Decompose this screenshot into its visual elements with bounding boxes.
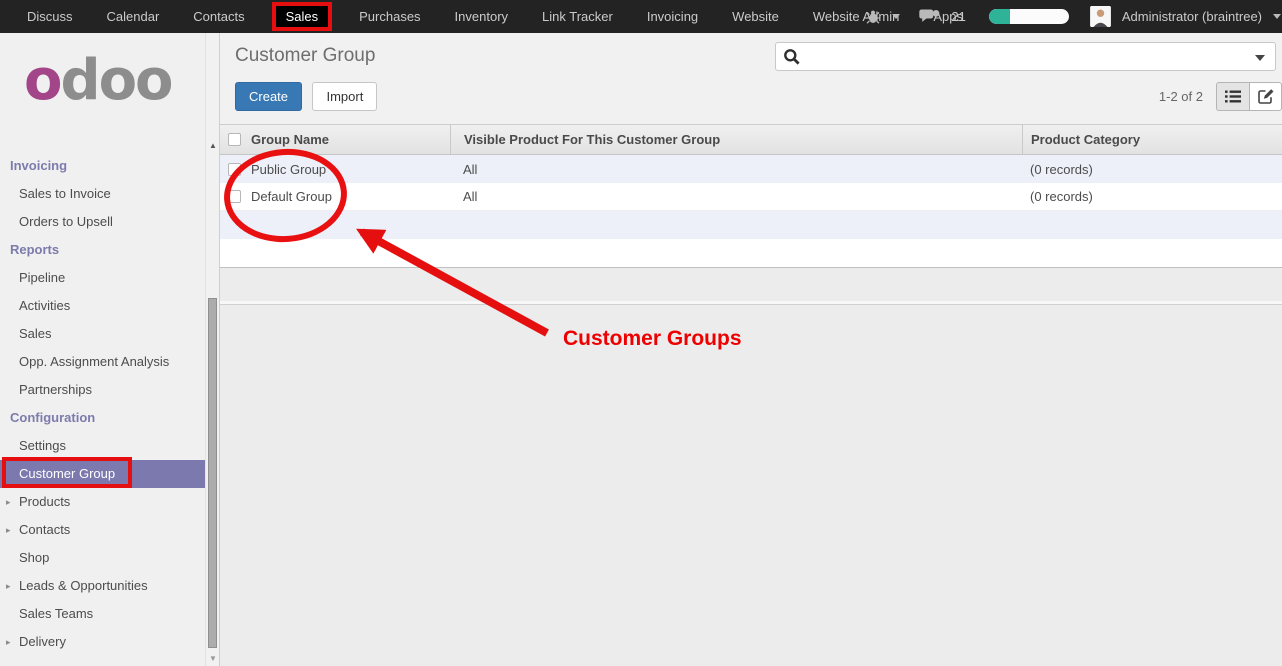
column-header-product-category[interactable]: Product Category	[1022, 125, 1282, 154]
edit-icon	[1258, 89, 1274, 104]
cell-product-category: (0 records)	[1022, 189, 1282, 204]
nav-discuss[interactable]: Discuss	[20, 7, 80, 26]
list-icon	[1225, 90, 1241, 103]
sidebar-item-customer-group-selected[interactable]: Customer Group	[0, 460, 205, 488]
row-checkbox[interactable]	[228, 163, 241, 176]
sidebar-item-orders-to-upsell[interactable]: Orders to Upsell	[0, 208, 205, 236]
cell-product-category: (0 records)	[1022, 162, 1282, 177]
sidebar-item-partnerships[interactable]: Partnerships	[0, 376, 205, 404]
user-menu[interactable]: Administrator (braintree)	[1122, 9, 1262, 24]
nav-invoicing[interactable]: Invoicing	[640, 7, 705, 26]
sidebar-item-sales-to-invoice[interactable]: Sales to Invoice	[0, 180, 205, 208]
nav-link-tracker[interactable]: Link Tracker	[535, 7, 620, 26]
odoo-logo[interactable]: odoo	[24, 51, 172, 111]
table-row[interactable]: Default Group All (0 records)	[220, 183, 1282, 211]
nav-calendar[interactable]: Calendar	[100, 7, 167, 26]
row-checkbox[interactable]	[228, 190, 241, 203]
planner-progress-bar[interactable]	[989, 9, 1069, 24]
column-header-group-name[interactable]: Group Name	[248, 132, 450, 147]
bug-icon[interactable]	[865, 10, 881, 24]
expand-caret-icon[interactable]: ▸	[6, 516, 11, 544]
sidebar-item-shop[interactable]: Shop	[0, 544, 205, 572]
customer-group-list: Group Name Visible Product For This Cust…	[220, 125, 1282, 268]
sidebar-section-reports: Reports	[0, 236, 205, 264]
sidebar-item-pipeline[interactable]: Pipeline	[0, 264, 205, 292]
table-row-empty	[220, 211, 1282, 239]
user-menu-caret-icon[interactable]	[1273, 14, 1281, 19]
bug-menu-caret-icon[interactable]	[892, 14, 900, 19]
select-all-checkbox[interactable]	[228, 133, 241, 146]
avatar[interactable]	[1090, 6, 1111, 27]
odoo-backend-page: Discuss Calendar Contacts Sales Purchase…	[0, 0, 1282, 666]
nav-purchases[interactable]: Purchases	[352, 7, 427, 26]
column-header-visible-product[interactable]: Visible Product For This Customer Group	[450, 125, 1022, 154]
create-button[interactable]: Create	[235, 82, 302, 111]
search-input[interactable]	[806, 44, 1236, 69]
sidebar-item-sales-teams[interactable]: Sales Teams	[0, 600, 205, 628]
sidebar-item-delivery[interactable]: ▸Delivery	[0, 628, 205, 656]
sidebar-item-products[interactable]: ▸Products	[0, 488, 205, 516]
sidebar-item-opp-assignment-analysis[interactable]: Opp. Assignment Analysis	[0, 348, 205, 376]
sidebar-item-settings[interactable]: Settings	[0, 432, 205, 460]
sidebar-section-configuration: Configuration	[0, 404, 205, 432]
nav-sales-active[interactable]: Sales	[272, 2, 333, 31]
expand-caret-icon[interactable]: ▸	[6, 628, 11, 656]
sidebar-item-activities[interactable]: Activities	[0, 292, 205, 320]
messages-count-badge[interactable]: 21	[951, 9, 965, 24]
sidebar-item-sales[interactable]: Sales	[0, 320, 205, 348]
top-menu-bar: Discuss Calendar Contacts Sales Purchase…	[0, 0, 1282, 33]
import-button[interactable]: Import	[312, 82, 377, 111]
sidebar-section-invoicing: Invoicing	[0, 152, 205, 180]
page-title: Customer Group	[235, 45, 375, 67]
list-bottom-divider	[220, 301, 1282, 305]
control-panel: Customer Group Create Import 1-2 of 2	[220, 33, 1282, 125]
search-icon	[783, 48, 801, 71]
search-filter-caret-icon[interactable]	[1255, 55, 1265, 61]
cell-group-name: Default Group	[248, 189, 450, 204]
sidebar-item-leads-opportunities[interactable]: ▸Leads & Opportunities	[0, 572, 205, 600]
nav-inventory[interactable]: Inventory	[448, 7, 515, 26]
sidebar-item-contacts[interactable]: ▸Contacts	[0, 516, 205, 544]
expand-caret-icon[interactable]: ▸	[6, 572, 11, 600]
scrollbar-thumb[interactable]	[208, 298, 217, 648]
scroll-down-arrow-icon[interactable]: ▼	[207, 654, 219, 663]
app-sidebar: odoo Invoicing Sales to Invoice Orders t…	[0, 33, 205, 666]
table-header-row: Group Name Visible Product For This Cust…	[220, 125, 1282, 155]
pager-and-view-switcher: 1-2 of 2	[1159, 82, 1282, 111]
chat-icon[interactable]	[919, 9, 940, 24]
cell-group-name: Public Group	[248, 162, 450, 177]
topbar-right-cluster: 21 Administrator (braintree)	[865, 0, 1282, 33]
expand-caret-icon[interactable]: ▸	[6, 488, 11, 516]
search-box	[775, 42, 1276, 71]
pager-counter: 1-2 of 2	[1159, 89, 1203, 104]
sidebar-menu: Invoicing Sales to Invoice Orders to Ups…	[0, 152, 205, 656]
sidebar-scrollbar: ▲ ▼	[205, 33, 220, 666]
nav-website[interactable]: Website	[725, 7, 786, 26]
cell-visible-product: All	[450, 162, 1022, 177]
scroll-up-arrow-icon[interactable]: ▲	[207, 141, 219, 150]
action-buttons: Create Import	[235, 82, 377, 111]
form-view-button[interactable]	[1249, 82, 1282, 111]
nav-contacts[interactable]: Contacts	[186, 7, 251, 26]
table-row-empty	[220, 239, 1282, 267]
main-content: Customer Group Create Import 1-2 of 2	[220, 33, 1282, 666]
table-row[interactable]: Public Group All (0 records)	[220, 155, 1282, 183]
planner-progress-fill	[989, 9, 1010, 24]
list-view-button[interactable]	[1216, 82, 1249, 111]
cell-visible-product: All	[450, 189, 1022, 204]
